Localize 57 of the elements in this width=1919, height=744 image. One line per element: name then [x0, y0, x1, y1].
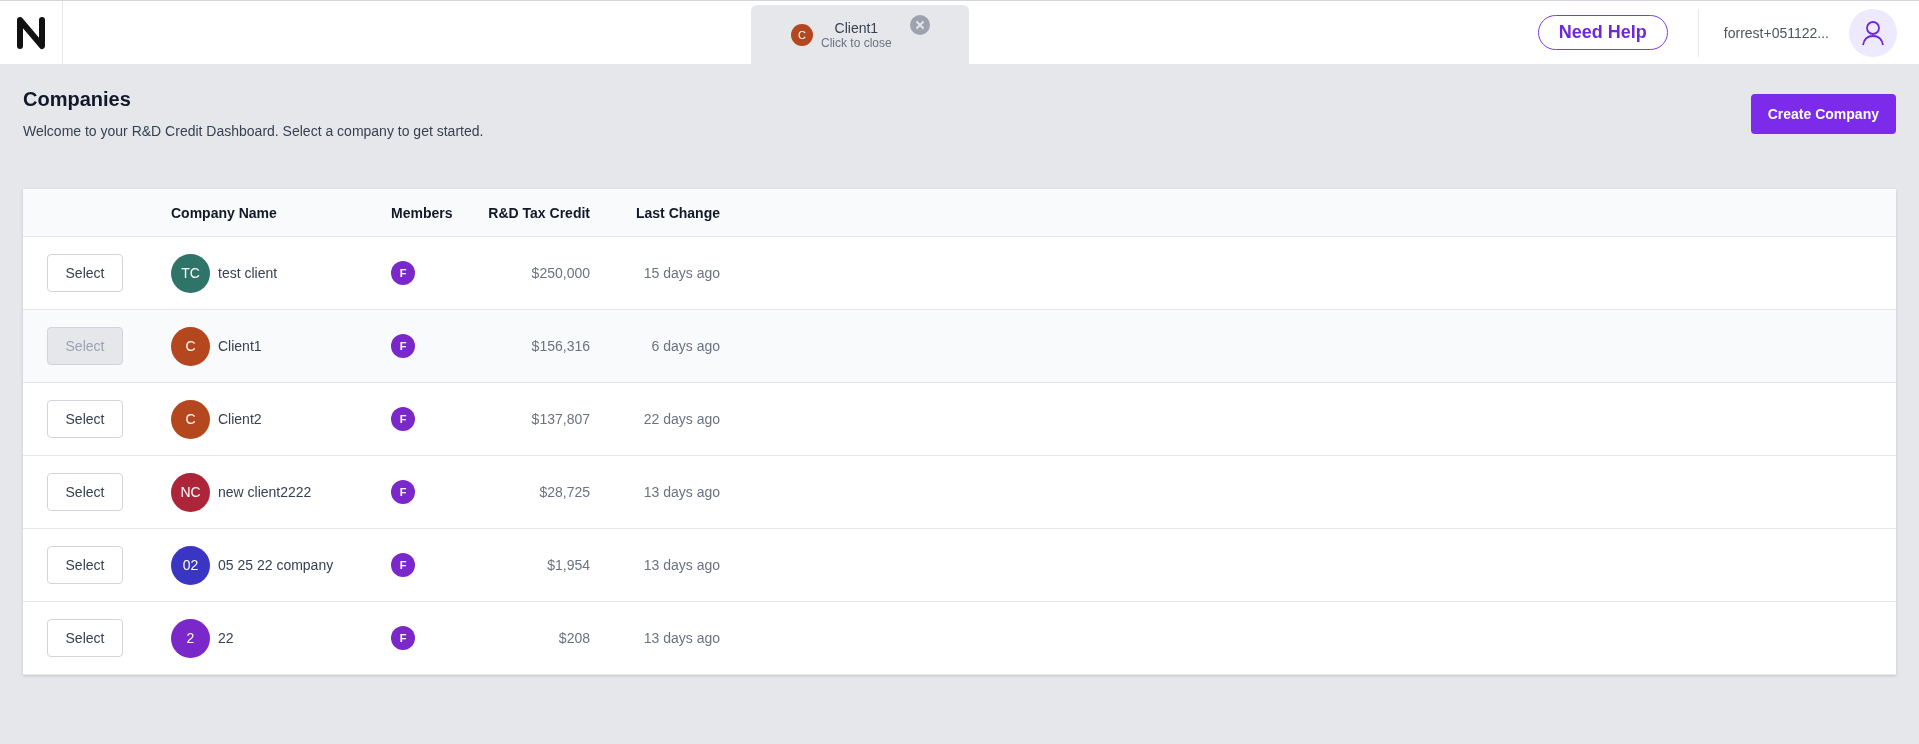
table-row[interactable]: Select 2 22 F $208 13 days ago	[23, 602, 1896, 675]
tab-hint: Click to close	[821, 35, 892, 50]
tax-credit: $250,000	[531, 265, 590, 281]
member-avatar: F	[391, 480, 415, 504]
company-avatar: 02	[171, 545, 210, 585]
select-button[interactable]: Select	[47, 619, 123, 657]
select-button[interactable]: Select	[47, 254, 123, 292]
company-name: Client2	[218, 411, 262, 427]
column-header: R&D Tax Credit	[488, 204, 590, 221]
select-button[interactable]: Select	[47, 400, 123, 438]
last-change: 13 days ago	[643, 557, 720, 573]
tax-credit: $1,954	[547, 557, 590, 573]
company-avatar: 2	[171, 618, 210, 658]
last-change: 6 days ago	[651, 338, 720, 354]
table-row[interactable]: Select C Client1 F $156,316 6 days ago	[23, 310, 1896, 383]
table-row[interactable]: Select 02 05 25 22 company F $1,954 13 days ago	[23, 529, 1896, 602]
help-button[interactable]: Need Help	[1537, 15, 1668, 50]
tab-title: Client1	[834, 19, 879, 36]
page-title: Companies	[23, 88, 132, 111]
company-name: new client2222	[218, 484, 312, 500]
company-name: 05 25 22 company	[218, 557, 334, 573]
table-row[interactable]: Select C Client2 F $137,807 22 days ago	[23, 383, 1896, 456]
select-button[interactable]: Select	[47, 473, 123, 511]
company-name: test client	[218, 265, 278, 281]
company-avatar: TC	[171, 253, 210, 293]
column-header: Company Name	[171, 204, 277, 221]
member-avatar: F	[391, 261, 415, 285]
member-avatar: F	[391, 334, 415, 358]
last-change: 22 days ago	[643, 411, 720, 427]
table-row[interactable]: Select NC new client2222 F $28,725 13 days ago	[23, 456, 1896, 529]
company-avatar: C	[171, 399, 210, 439]
last-change: 13 days ago	[643, 484, 720, 500]
company-avatar: C	[171, 326, 210, 366]
company-avatar: C	[791, 23, 814, 46]
logo-icon	[16, 15, 46, 50]
company-name: Client1	[218, 338, 262, 354]
page-subtitle: Welcome to your R&D Credit Dashboard. Select a company to get started.	[23, 123, 484, 139]
company-name: 22	[218, 630, 234, 646]
table-row[interactable]: Select TC test client F $250,000 15 days ago	[23, 237, 1896, 310]
tax-credit: $28,725	[539, 484, 590, 500]
column-header: Last Change	[636, 204, 720, 221]
member-avatar: F	[391, 407, 415, 431]
open-company-tab[interactable]: C Client1 Click to close	[751, 5, 970, 64]
tax-credit: $137,807	[531, 411, 590, 427]
column-header: Members	[391, 204, 453, 221]
last-change: 13 days ago	[643, 630, 720, 646]
company-avatar: NC	[171, 472, 210, 512]
tax-credit: $208	[558, 630, 590, 646]
user-email[interactable]: forrest+051122...	[1723, 24, 1829, 41]
member-avatar: F	[391, 626, 415, 650]
tax-credit: $156,316	[531, 338, 590, 354]
user-icon	[1861, 19, 1885, 46]
create-company-button[interactable]: Create Company	[1750, 94, 1896, 134]
user-avatar[interactable]	[1849, 8, 1897, 57]
member-avatar: F	[391, 553, 415, 577]
last-change: 15 days ago	[643, 265, 720, 281]
select-button[interactable]: Select	[47, 546, 123, 584]
